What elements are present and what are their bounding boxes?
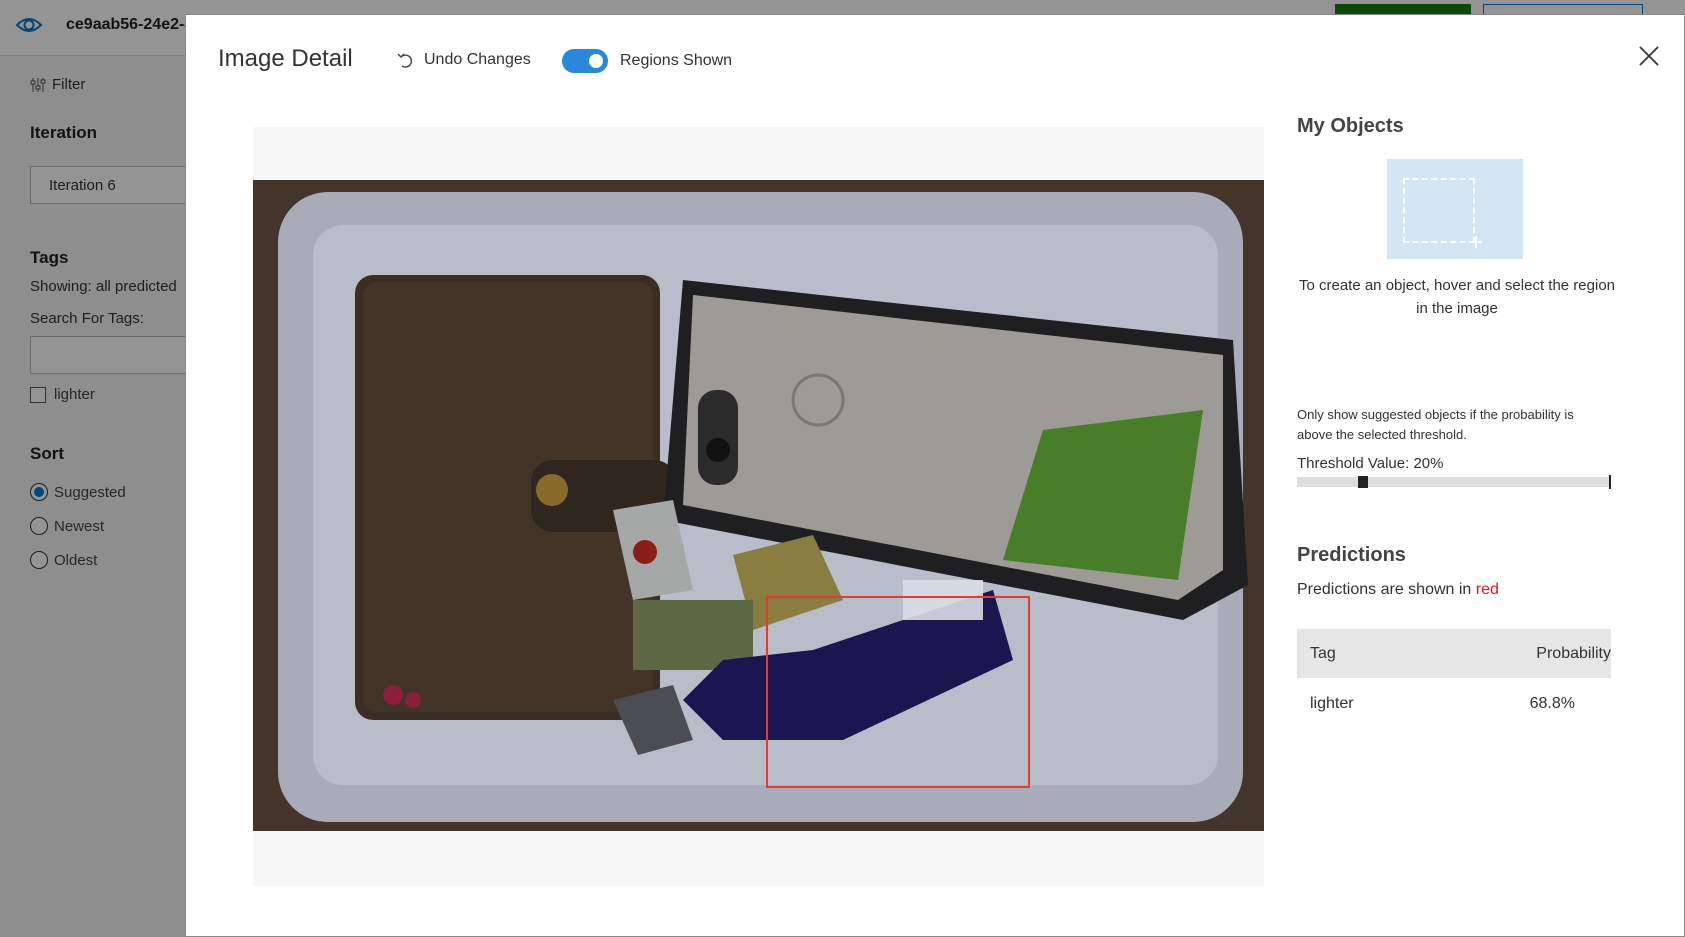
predictions-note-text: Predictions are shown in — [1297, 581, 1472, 598]
photo — [253, 180, 1264, 831]
predictions-table: Tag Probability lighter 68.8% — [1297, 629, 1611, 730]
threshold-slider-end — [1609, 475, 1611, 489]
undo-icon — [397, 53, 413, 68]
table-row[interactable]: lighter 68.8% — [1297, 678, 1611, 730]
regions-toggle-group: Regions Shown — [562, 49, 732, 73]
create-object-illustration: + — [1387, 159, 1523, 259]
image-detail-dialog: Image Detail Undo Changes Regions Shown — [185, 14, 1685, 937]
column-header-tag: Tag — [1297, 629, 1415, 678]
threshold-slider-thumb[interactable] — [1358, 476, 1368, 488]
prediction-probability: 68.8% — [1529, 695, 1575, 712]
undo-label: Undo Changes — [424, 51, 531, 68]
image-canvas[interactable] — [253, 127, 1264, 886]
plus-icon: + — [1469, 229, 1484, 256]
undo-changes-button[interactable]: Undo Changes — [396, 51, 531, 69]
table-header-row: Tag Probability — [1297, 629, 1611, 678]
column-header-probability: Probability — [1414, 629, 1611, 678]
predictions-heading: Predictions — [1297, 544, 1406, 566]
threshold-note: Only show suggested objects if the proba… — [1297, 407, 1574, 442]
dashed-region-icon — [1403, 178, 1475, 243]
regions-shown-toggle[interactable] — [562, 49, 608, 73]
my-objects-heading: My Objects — [1297, 115, 1404, 137]
threshold-slider[interactable] — [1297, 475, 1611, 489]
prediction-region-lighter[interactable] — [766, 596, 1030, 788]
dialog-title: Image Detail — [218, 45, 353, 72]
details-panel: My Objects + To create an object, hover … — [1297, 115, 1617, 712]
close-icon[interactable] — [1636, 43, 1662, 69]
predictions-note: Predictions are shown in red — [1297, 581, 1499, 599]
threshold-value-label: Threshold Value: 20% — [1297, 455, 1444, 472]
create-object-hint: To create an object, hover and select th… — [1298, 277, 1616, 317]
regions-shown-label: Regions Shown — [620, 52, 733, 69]
prediction-tag: lighter — [1310, 695, 1354, 712]
predictions-color-word: red — [1475, 581, 1499, 598]
